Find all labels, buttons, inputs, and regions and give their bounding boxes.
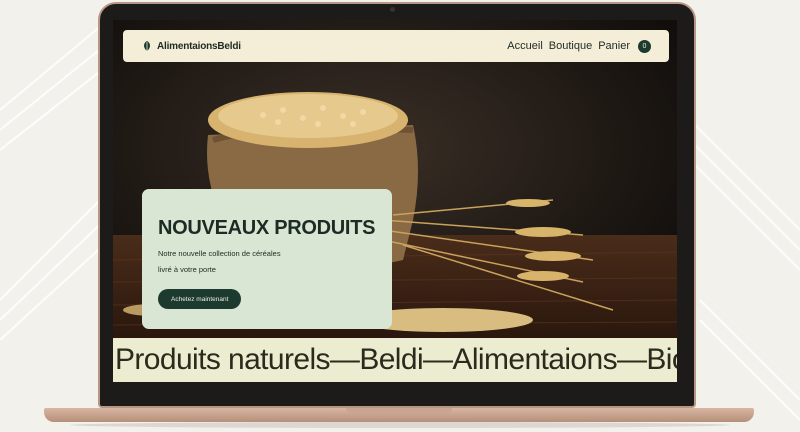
brand-logo[interactable]: AlimentaionsBeldi <box>141 40 241 52</box>
nav-link-boutique[interactable]: Boutique <box>549 40 592 52</box>
leaf-logo-icon <box>144 41 150 51</box>
cart-count-badge[interactable]: 0 <box>638 39 651 53</box>
laptop-notch <box>346 408 452 414</box>
promo-card: NOUVEAUX PRODUITS Notre nouvelle collect… <box>142 189 392 329</box>
promo-title: NOUVEAUX PRODUITS <box>158 217 376 239</box>
laptop-shadow <box>70 422 730 428</box>
brand-name: AlimentaionsBeldi <box>157 40 241 52</box>
promo-subtitle-line-2: livré à votre porte <box>158 265 216 274</box>
marquee-banner: Produits naturels—Beldi—Alimentaions—Bio <box>113 338 677 382</box>
promo-subtitle-line-1: Notre nouvelle collection de céréales <box>158 249 281 258</box>
marquee-text: Produits naturels—Beldi—Alimentaions—Bio <box>115 343 677 376</box>
buy-now-button[interactable]: Achetez maintenant <box>158 289 242 309</box>
nav-link-accueil[interactable]: Accueil <box>507 40 542 52</box>
nav-links: Accueil Boutique Panier 0 <box>507 39 651 53</box>
nav-link-panier[interactable]: Panier <box>598 40 630 52</box>
website-screen: AlimentaionsBeldi Accueil Boutique Panie… <box>113 20 677 382</box>
navbar: AlimentaionsBeldi Accueil Boutique Panie… <box>123 30 669 62</box>
webcam-icon <box>390 7 395 12</box>
